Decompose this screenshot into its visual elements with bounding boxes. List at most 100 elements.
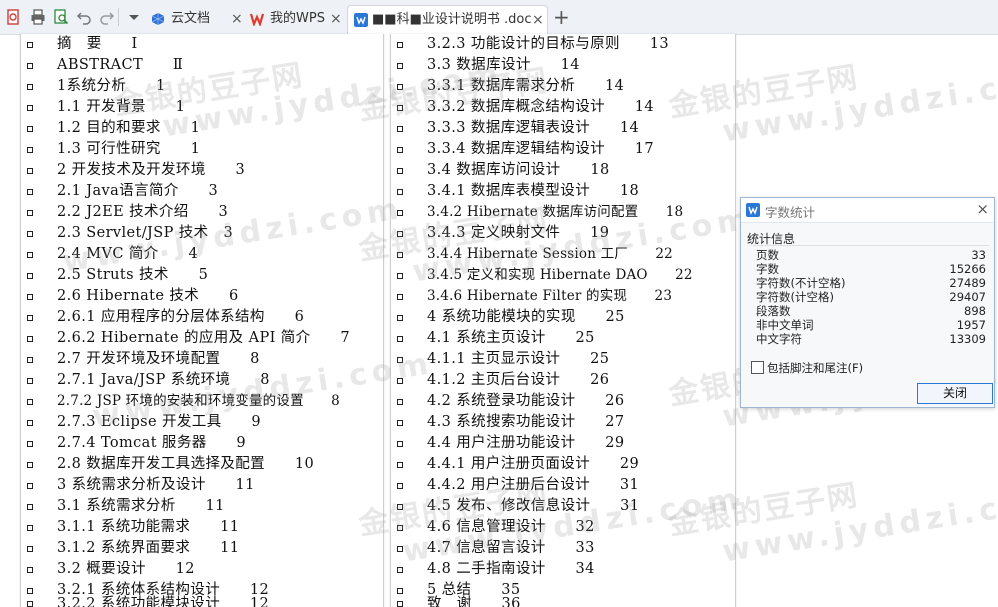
bullet-marker <box>27 231 33 237</box>
toc-entry[interactable]: 2.7.3 Eclipse 开发工具 9 <box>57 412 261 432</box>
toc-entry[interactable]: 3.4.6 Hibernate Filter 的实现 23 <box>427 286 672 306</box>
toc-entry[interactable]: 3.4.1 数据库表模型设计 18 <box>427 181 639 201</box>
toc-entry[interactable]: 3 系统需求分析及设计 11 <box>57 475 255 495</box>
stat-label: 字符数(计空格) <box>756 290 834 304</box>
toc-entry[interactable]: 1.2 目的和要求 1 <box>57 118 200 138</box>
toc-entry[interactable]: 2.4 MVC 简介 4 <box>57 244 198 264</box>
toc-entry[interactable]: 2.6.2 Hibernate 的应用及 API 简介 7 <box>57 328 350 348</box>
bullet-marker <box>397 336 403 342</box>
stat-label: 非中文单词 <box>756 318 814 332</box>
toc-entry[interactable]: 3.3.3 数据库逻辑表设计 14 <box>427 118 639 138</box>
include-footnotes-label[interactable]: 包括脚注和尾注(F) <box>767 360 863 376</box>
toc-entry[interactable]: 4.4 用户注册功能设计 29 <box>427 433 625 453</box>
new-document-icon[interactable] <box>5 9 21 25</box>
print-icon[interactable] <box>30 9 46 25</box>
bullet-marker <box>397 294 403 300</box>
document-page-left[interactable]: 摘 要 Ⅰ ABSTRACT Ⅱ 1系统分析 1 1.1 开发背景 1 1.2 … <box>20 34 384 607</box>
toc-entry[interactable]: 致 谢 36 <box>427 594 521 607</box>
tab-my-wps[interactable]: 我的WPS × <box>250 6 342 32</box>
dropdown-arrow-icon[interactable] <box>126 9 142 25</box>
tab-active-document[interactable]: ■■科■业设计说明书 .doc × <box>347 5 548 35</box>
tab-label: ■■科■业设计说明书 .doc <box>372 12 532 27</box>
toc-entry[interactable]: 2.7.4 Tomcat 服务器 9 <box>57 433 246 453</box>
toc-entry[interactable]: 4.8 二手指南设计 34 <box>427 559 595 579</box>
toc-entry[interactable]: 摘 要 Ⅰ <box>57 34 138 54</box>
word-count-dialog[interactable]: 字数统计 × 统计信息 页数 33 字数 15266 字符数(不计空格) 274… <box>740 197 995 408</box>
toc-entry[interactable]: 4.5 发布、修改信息设计 31 <box>427 496 639 516</box>
new-tab-button[interactable]: + <box>553 4 570 30</box>
toc-entry[interactable]: 2.7.1 Java/JSP 系统环境 8 <box>57 370 270 390</box>
toc-entry[interactable]: 2.5 Struts 技术 5 <box>57 265 208 285</box>
stat-label: 字符数(不计空格) <box>756 276 846 290</box>
toc-entry[interactable]: 1.1 开发背景 1 <box>57 97 185 117</box>
redo-icon[interactable] <box>99 9 115 25</box>
close-button[interactable]: 关闭 <box>917 383 993 404</box>
toc-entry[interactable]: 3.1.2 系统界面要求 11 <box>57 538 239 558</box>
toc-entry[interactable]: 2.6.1 应用程序的分层体系结构 6 <box>57 307 304 327</box>
toc-entry[interactable]: 3.4.4 Hibernate Session 工厂 22 <box>427 244 673 264</box>
tab-close-icon[interactable]: × <box>330 6 342 32</box>
toc-entry[interactable]: 3.2 概要设计 12 <box>57 559 195 579</box>
print-preview-icon[interactable] <box>53 9 69 25</box>
toc-entry[interactable]: 3.4 数据库访问设计 18 <box>427 160 610 180</box>
toc-entry[interactable]: 2.2 J2EE 技术介绍 3 <box>57 202 228 222</box>
bullet-marker <box>27 378 33 384</box>
toc-entry[interactable]: 3.1.1 系统功能需求 11 <box>57 517 239 537</box>
toc-entry[interactable]: 3.2.2 系统功能模块设计 12 <box>57 594 269 607</box>
toc-entry[interactable]: 3.4.5 定义和实现 Hibernate DAO 22 <box>427 265 693 285</box>
bullet-marker <box>397 147 403 153</box>
toc-entry[interactable]: 2.1 Java语言简介 3 <box>57 181 218 201</box>
toc-entry[interactable]: 1系统分析 1 <box>57 76 166 96</box>
bullet-marker <box>397 546 403 552</box>
bullet-marker <box>397 462 403 468</box>
toc-entry[interactable]: 3.4.2 Hibernate 数据库访问配置 18 <box>427 202 683 222</box>
tab-cloud-docs[interactable]: 云文档 × <box>151 6 243 32</box>
tab-close-icon[interactable]: × <box>532 7 544 33</box>
toc-entry[interactable]: 4.1 系统主页设计 25 <box>427 328 595 348</box>
toc-entry[interactable]: 4.1.2 主页后台设计 26 <box>427 370 609 390</box>
toc-entry[interactable]: 3.3.1 数据库需求分析 14 <box>427 76 624 96</box>
bullet-marker <box>397 105 403 111</box>
bullet-marker <box>397 441 403 447</box>
bullet-marker <box>397 567 403 573</box>
toc-entry[interactable]: 3.3.4 数据库逻辑结构设计 17 <box>427 139 654 159</box>
toc-entry[interactable]: 3.4.3 定义映射文件 19 <box>427 223 609 243</box>
toc-entry[interactable]: 4.2 系统登录功能设计 26 <box>427 391 625 411</box>
wps-writer-icon <box>746 203 760 217</box>
toc-entry[interactable]: 4.4.2 用户注册后台设计 31 <box>427 475 639 495</box>
tab-label: 我的WPS <box>270 11 325 26</box>
bullet-marker <box>27 441 33 447</box>
statistics-table: 页数 33 字数 15266 字符数(不计空格) 27489 字符数(计空格) … <box>753 245 989 352</box>
bullet-marker <box>397 210 403 216</box>
toc-entry[interactable]: 4.7 信息留言设计 33 <box>427 538 595 558</box>
document-page-right[interactable]: 3.2.3 功能设计的目标与原则 13 3.3 数据库设计 14 3.3.1 数… <box>390 34 736 607</box>
toc-entry[interactable]: 2.8 数据库开发工具选择及配置 10 <box>57 454 314 474</box>
undo-icon[interactable] <box>76 9 92 25</box>
toc-entry[interactable]: 3.1 系统需求分析 11 <box>57 496 225 516</box>
toc-entry[interactable]: 2.6 Hibernate 技术 6 <box>57 286 239 306</box>
toc-entry[interactable]: 2.7.2 JSP 环境的安装和环境变量的设置 8 <box>57 391 340 411</box>
toc-entry[interactable]: ABSTRACT Ⅱ <box>57 55 183 75</box>
toc-entry[interactable]: 1.3 可行性研究 1 <box>57 139 200 159</box>
toc-entry[interactable]: 3.3 数据库设计 14 <box>427 55 580 75</box>
toc-entry[interactable]: 4.3 系统搜索功能设计 27 <box>427 412 625 432</box>
toc-entry[interactable]: 3.3.2 数据库概念结构设计 14 <box>427 97 654 117</box>
stat-label: 段落数 <box>756 304 791 318</box>
dialog-close-icon[interactable]: × <box>976 200 989 218</box>
stat-value: 27489 <box>949 276 986 290</box>
toc-entry[interactable]: 3.2.3 功能设计的目标与原则 13 <box>427 34 669 54</box>
toc-entry[interactable]: 2.7 开发环境及环境配置 8 <box>57 349 260 369</box>
stat-row-chinese-characters: 中文字符 13309 <box>756 332 986 346</box>
bullet-marker <box>397 63 403 69</box>
toc-entry[interactable]: 2 开发技术及开发环境 3 <box>57 160 245 180</box>
toc-entry[interactable]: 2.3 Servlet/JSP 技术 3 <box>57 223 233 243</box>
tab-close-icon[interactable]: × <box>231 6 243 32</box>
bullet-marker <box>27 525 33 531</box>
toc-entry[interactable]: 4.1.1 主页显示设计 25 <box>427 349 609 369</box>
toc-entry[interactable]: 4.6 信息管理设计 32 <box>427 517 595 537</box>
toc-entry[interactable]: 4 系统功能模块的实现 25 <box>427 307 625 327</box>
toc-entry[interactable]: 4.4.1 用户注册页面设计 29 <box>427 454 639 474</box>
dialog-title-bar[interactable]: 字数统计 × <box>741 198 994 223</box>
include-footnotes-checkbox[interactable] <box>751 361 764 374</box>
bullet-marker <box>27 315 33 321</box>
